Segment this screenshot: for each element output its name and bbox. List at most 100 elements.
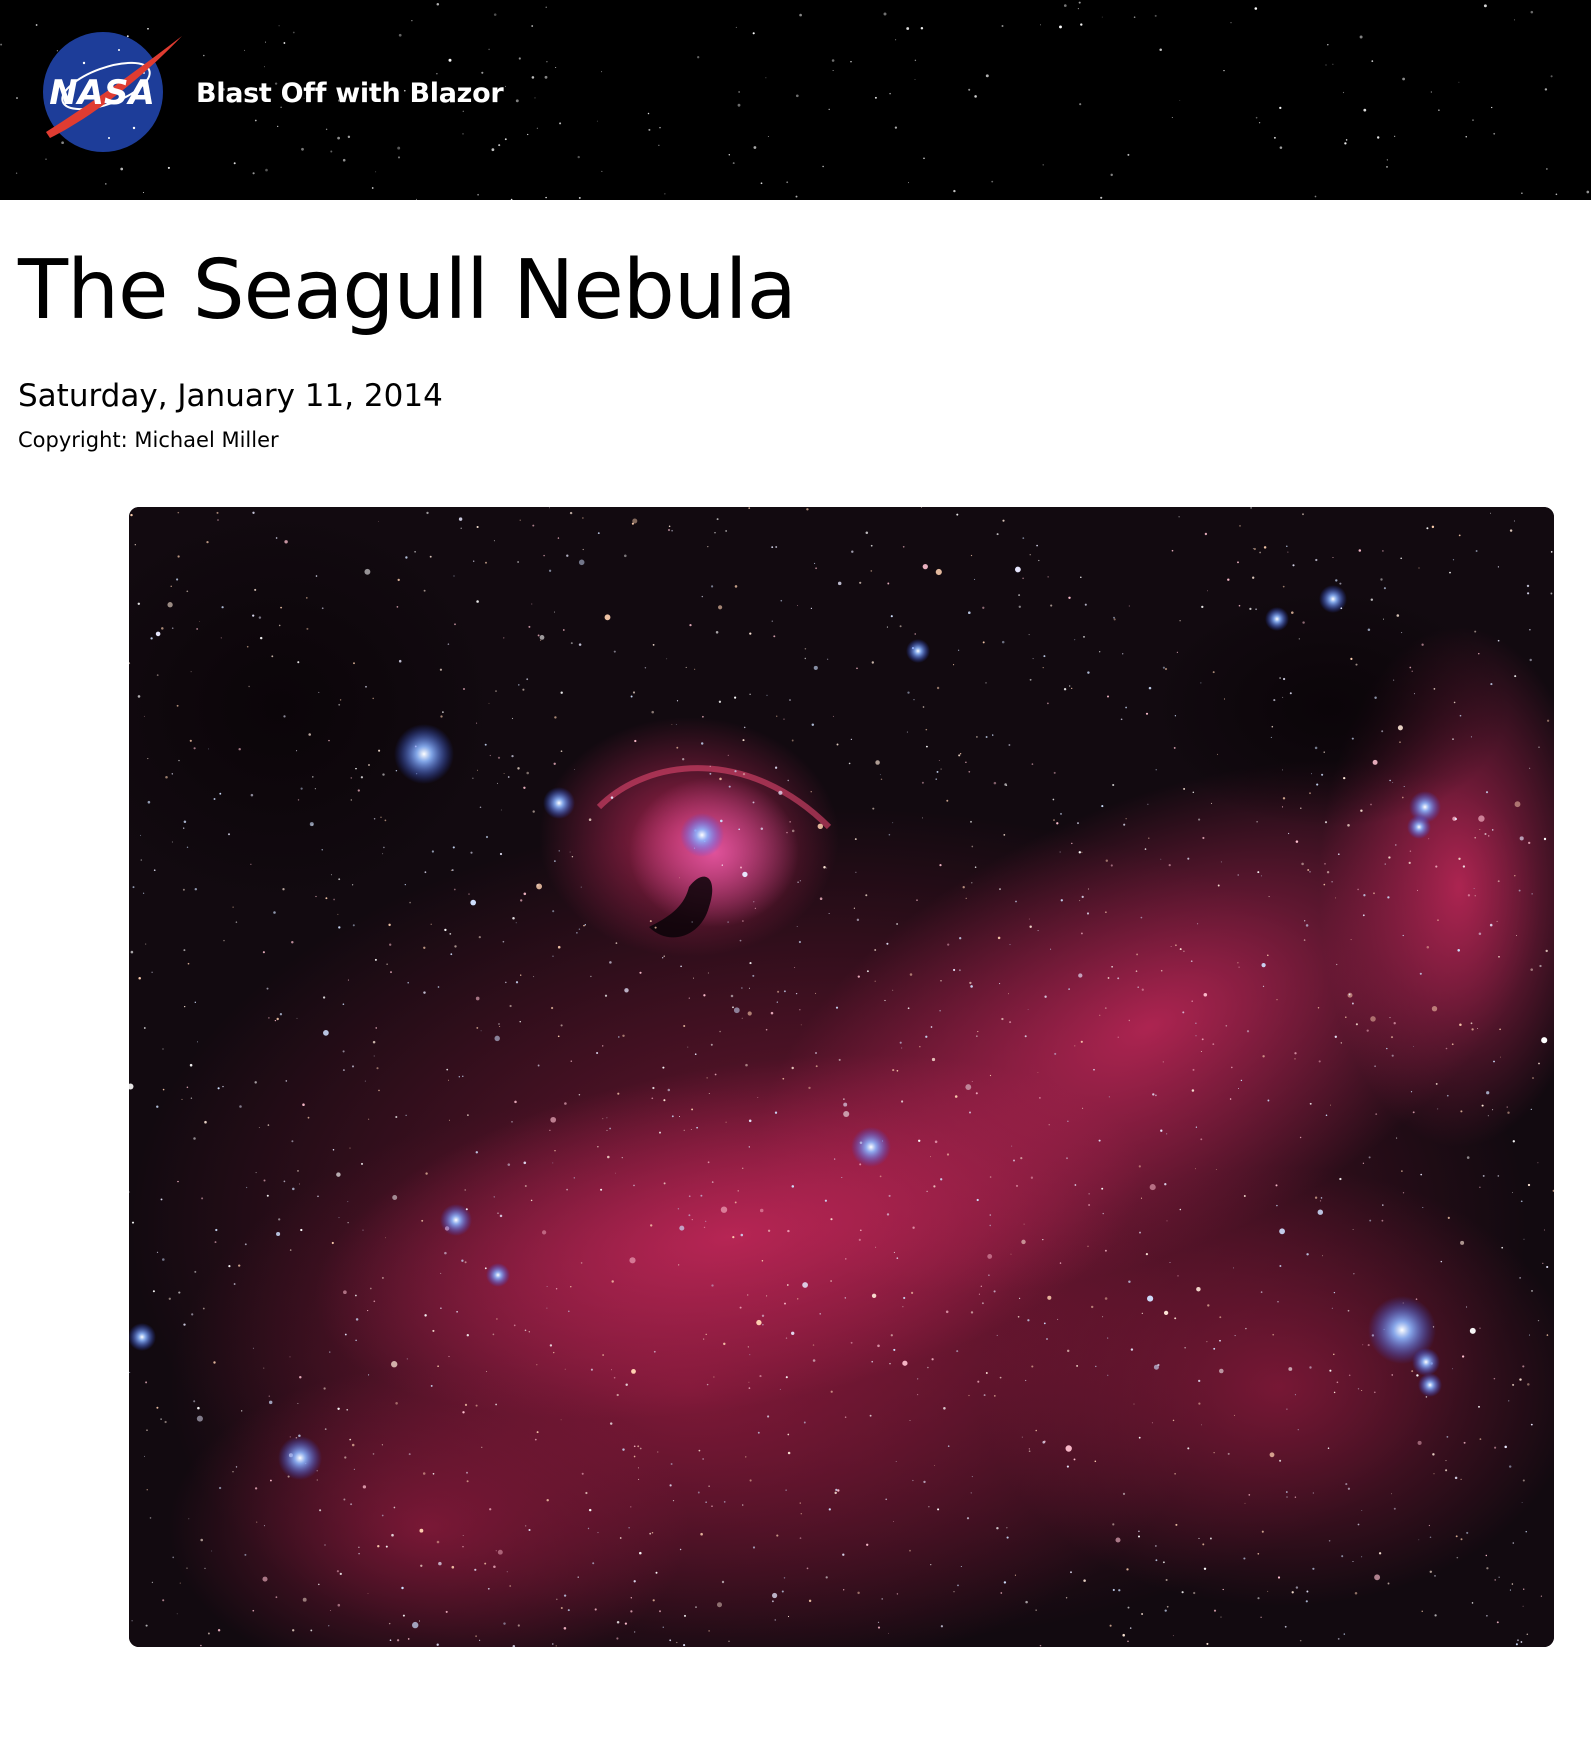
nebula-star <box>1233 1267 1235 1269</box>
nebula-star <box>962 886 965 889</box>
nebula-star <box>696 1126 698 1129</box>
nebula-star <box>896 1257 899 1259</box>
nebula-star <box>668 525 671 528</box>
nebula-star <box>936 770 939 773</box>
header-star <box>795 94 799 98</box>
nebula-star <box>1486 1091 1490 1095</box>
nebula-star <box>1192 1068 1195 1071</box>
nebula-star <box>552 1643 554 1645</box>
nebula-star <box>996 533 999 536</box>
nebula-star <box>1118 1589 1121 1592</box>
nebula-star <box>965 761 967 764</box>
nebula-star <box>1137 1535 1141 1538</box>
nebula-star <box>869 1414 872 1417</box>
nebula-star <box>571 855 574 858</box>
nebula-star <box>1102 1316 1104 1318</box>
nebula-star <box>866 970 869 973</box>
nebula-star <box>1073 1458 1076 1461</box>
nebula-star <box>1316 783 1319 786</box>
nebula-star <box>472 777 474 779</box>
header-star <box>1179 100 1181 102</box>
nebula-star <box>285 1080 288 1082</box>
nebula-star <box>476 1026 479 1029</box>
nebula-star <box>343 1498 346 1501</box>
nebula-star <box>556 1598 558 1601</box>
nebula-star <box>333 898 335 901</box>
nebula-star <box>1113 618 1116 621</box>
nebula-star <box>1337 1638 1340 1640</box>
nebula-star <box>1020 1157 1023 1160</box>
nebula-star <box>723 1342 726 1346</box>
nebula-star <box>653 1350 656 1353</box>
nebula-star <box>560 691 563 694</box>
nebula-star <box>688 1195 691 1198</box>
nebula-star <box>183 827 185 829</box>
nebula-star <box>1411 670 1413 672</box>
nebula-star <box>745 1063 748 1067</box>
nebula-star <box>1240 1079 1243 1082</box>
nebula-star <box>922 563 928 570</box>
nebula-star <box>597 1532 599 1534</box>
nebula-star <box>742 920 744 922</box>
nebula-star <box>756 1319 762 1326</box>
nebula-star <box>1477 1027 1479 1029</box>
nebula-star <box>1010 1253 1012 1255</box>
nebula-star <box>1042 1441 1045 1444</box>
nebula-star <box>1299 1639 1302 1642</box>
nebula-star <box>458 1076 460 1078</box>
nebula-star <box>1021 1239 1026 1245</box>
nebula-star <box>534 1438 537 1441</box>
nebula-star <box>162 1258 165 1261</box>
nebula-star <box>877 1621 880 1624</box>
nebula-star <box>992 734 994 736</box>
nebula-star <box>1084 603 1087 606</box>
nebula-star <box>271 655 274 658</box>
nebula-star <box>1459 1023 1462 1027</box>
nebula-star <box>1183 950 1185 952</box>
nebula-star <box>432 1472 435 1475</box>
nebula-star <box>1201 1038 1204 1041</box>
nebula-star <box>1238 966 1240 968</box>
app-title[interactable]: Blast Off with Blazor <box>196 78 504 109</box>
nebula-star <box>143 715 145 717</box>
header-star <box>1472 119 1474 121</box>
nebula-star <box>1317 1007 1320 1009</box>
nebula-star <box>177 1180 179 1183</box>
nebula-star <box>909 1420 911 1421</box>
nebula-star <box>813 665 818 670</box>
nebula-star <box>649 920 652 923</box>
nebula-star <box>1196 1286 1201 1292</box>
nebula-star <box>934 1464 935 1466</box>
nebula-star <box>555 1288 558 1290</box>
nebula-star <box>785 1489 787 1491</box>
header-star <box>760 182 763 185</box>
nebula-star <box>639 971 642 974</box>
nebula-star <box>938 759 940 761</box>
nebula-star <box>880 778 883 781</box>
nebula-star <box>671 1115 674 1118</box>
nebula-star <box>1368 1156 1371 1159</box>
nebula-star <box>1421 643 1424 646</box>
header-star <box>536 127 538 129</box>
nasa-logo[interactable]: NASA <box>34 28 184 154</box>
nebula-star <box>436 1643 439 1646</box>
nebula-star <box>1003 834 1006 836</box>
nebula-star <box>672 1500 675 1502</box>
nebula-star <box>1453 701 1456 704</box>
nebula-star <box>1108 1096 1110 1098</box>
header-star <box>1402 77 1405 81</box>
nebula-star <box>1416 1374 1419 1377</box>
nebula-star <box>1219 1339 1221 1342</box>
nebula-star <box>186 846 189 848</box>
nebula-star <box>275 1596 278 1599</box>
nebula-star <box>1486 1567 1489 1570</box>
nebula-star <box>1138 1530 1140 1533</box>
nebula-star <box>1392 781 1394 783</box>
nebula-star <box>372 1040 376 1044</box>
nebula-star <box>970 820 972 823</box>
header-star <box>45 158 47 161</box>
nebula-star <box>454 623 456 626</box>
nebula-star <box>336 1172 341 1177</box>
nebula-star <box>601 1045 604 1047</box>
nebula-star <box>1418 1539 1420 1541</box>
